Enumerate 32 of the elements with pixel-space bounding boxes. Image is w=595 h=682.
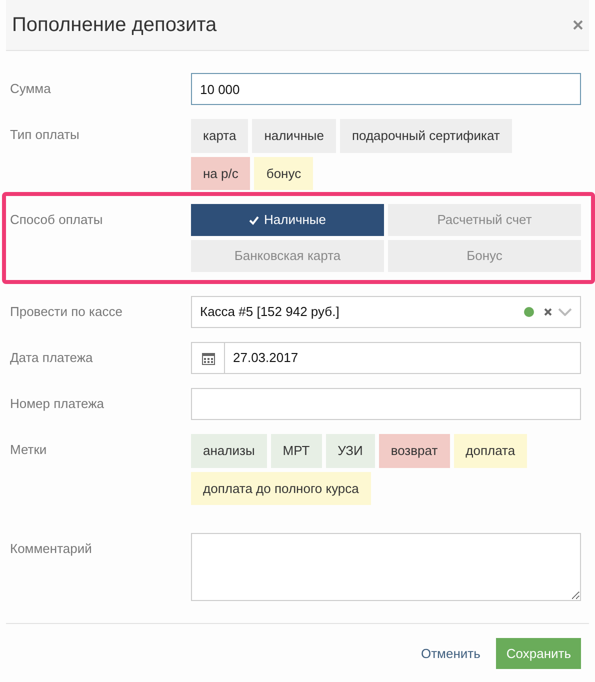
payment-type-tag[interactable]: наличные [252, 119, 336, 152]
close-icon[interactable] [573, 20, 583, 30]
check-icon [249, 216, 259, 226]
clear-icon[interactable] [544, 308, 552, 316]
payment-type-tag[interactable]: подарочный сертификат [340, 119, 512, 152]
tag[interactable]: возврат [378, 434, 450, 468]
field-label: Тип оплаты [10, 126, 80, 144]
payment-type-tag[interactable]: на р/с [191, 156, 250, 190]
field-label: Метки [10, 441, 48, 459]
payment-type-tag[interactable]: бонус [254, 156, 314, 190]
tag[interactable]: анализы [191, 434, 267, 468]
tag[interactable]: МРТ [270, 434, 322, 468]
tag[interactable]: доплата [454, 434, 528, 468]
cancel-button[interactable]: Отменить [414, 638, 486, 669]
select-value: Касса #5 [152 942 руб.] [200, 303, 340, 322]
payment-number-input[interactable] [191, 388, 581, 420]
tag[interactable]: УЗИ [326, 434, 375, 468]
dialog-title: Пополнение депозита [12, 13, 217, 37]
field-label: Сумма [10, 80, 52, 98]
payment-type-tag[interactable]: карта [191, 119, 248, 152]
field-label: Комментарий [10, 540, 93, 558]
field-label: Дата платежа [10, 349, 94, 367]
calendar-icon[interactable] [202, 352, 214, 364]
chevron-down-icon[interactable] [558, 308, 572, 316]
field-label: Провести по кассе [10, 303, 124, 321]
status-dot-icon [524, 307, 534, 317]
payment-method-option[interactable]: Наличные [191, 204, 384, 236]
cashbox-select[interactable]: Касса #5 [152 942 руб.] [191, 296, 581, 328]
field-label: Номер платежа [10, 395, 106, 413]
tag[interactable]: доплата до полного курса [191, 472, 371, 505]
amount-input[interactable]: 10 000 [191, 73, 581, 105]
field-label: Способ оплаты [10, 211, 104, 229]
